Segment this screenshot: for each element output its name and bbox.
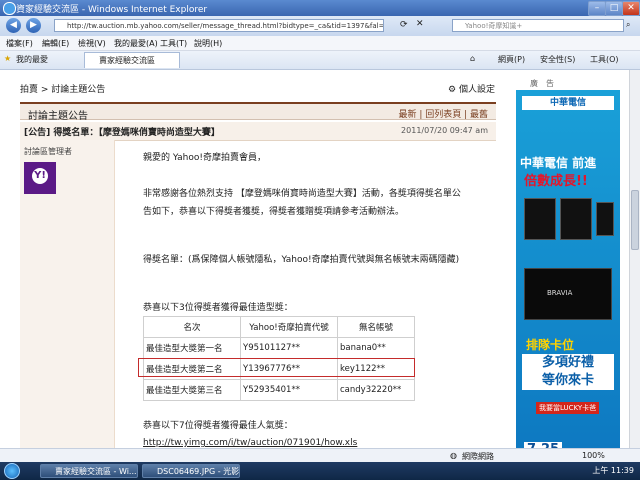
ad-plan-title: 排隊卡位 <box>526 338 575 352</box>
tablet-image <box>560 198 592 240</box>
ad-plan-line: 等你來卡 <box>522 372 614 390</box>
forum-title-bar: 討論主題公告 最新 | 回列表頁 | 最舊 <box>20 102 496 122</box>
menu-bar: 檔案(F) 編輯(E) 檢視(V) 我的最愛(A) 工具(T) 說明(H) <box>0 36 640 51</box>
personal-settings-link[interactable]: ⚙ 個人設定 <box>448 82 495 95</box>
author-name: 討論區管理者 <box>24 147 72 156</box>
table-cell: 最佳造型大獎第二名 <box>143 358 241 380</box>
ad-plan-line: 多項好禮 <box>522 354 614 372</box>
stop-icon[interactable]: ✕ <box>416 19 424 29</box>
menu-help[interactable]: 說明(H) <box>194 38 222 49</box>
popularity-intro: 恭喜以下7位得獎者獲得最佳人氣獎： <box>143 421 293 431</box>
search-icon[interactable]: ⌕ <box>626 20 630 30</box>
clock: 上午 11:39 <box>592 466 634 475</box>
minimize-button[interactable]: – <box>588 1 606 16</box>
address-bar: ◀ ▶ http://tw.auction.mb.yahoo.com/selle… <box>0 16 640 36</box>
thread-nav-links[interactable]: 最新 | 回列表頁 | 最舊 <box>398 107 488 120</box>
avatar: Y! <box>24 162 56 194</box>
gear-icon: ⚙ <box>448 85 459 95</box>
taskbar-item-photo[interactable]: DSC06469.JPG - 光影... <box>142 464 240 478</box>
zone-text: 網際網路 <box>462 452 494 461</box>
forum-title: 討論主題公告 <box>28 111 88 122</box>
ad-brand: 中華電信 <box>522 96 614 110</box>
zoom-level[interactable]: 100% <box>582 451 605 460</box>
menu-favorites[interactable]: 我的最愛(A) <box>114 38 158 49</box>
refresh-icon[interactable]: ⟳ <box>400 20 408 30</box>
ad-promo-line: 中華電信 前進 <box>520 156 597 170</box>
start-button[interactable] <box>4 463 20 479</box>
tools-menu[interactable]: 工具(O) <box>590 54 619 65</box>
taskbar-item-ie[interactable]: 賣家經驗交流區 - Wi... <box>40 464 138 478</box>
safety-menu[interactable]: 安全性(S) <box>540 54 575 65</box>
author-column: 討論區管理者 Y! <box>20 140 115 464</box>
table-cell: Y13967776** <box>240 358 338 380</box>
paragraph-line: 非常感謝各位熱烈支持 【摩登媽咪俏寶時尚造型大賽】活動，各獎項得獎名單公 <box>143 189 461 199</box>
table-cell: banana0** <box>337 337 415 359</box>
home-icon[interactable]: ⌂ <box>470 54 475 63</box>
tab-active[interactable]: 賣家經驗交流區 <box>84 52 180 68</box>
breadcrumb[interactable]: 拍賣 > 討論主題公告 <box>20 82 105 95</box>
post-header: [公告] 得獎名單：【摩登媽咪俏寶時尚造型大賽】 2011/07/20 09:4… <box>20 122 496 141</box>
winners-intro: 得獎名單：(爲保障個人帳號隱私，Yahoo!奇摩拍賣代號與無名帳號末兩碼隱藏) <box>143 255 460 265</box>
vertical-scrollbar[interactable] <box>629 70 640 464</box>
page-menu[interactable]: 網頁(P) <box>498 54 525 65</box>
ad-lucky-badge: 我要當LUCKY卡爸 <box>536 402 600 414</box>
favorites-button[interactable]: 我的最愛 <box>16 54 48 65</box>
menu-tools[interactable]: 工具(T) <box>160 38 187 49</box>
table-header: Yahoo!奇摩拍賣代號 <box>240 316 338 338</box>
yahoo-face-icon: Y! <box>32 168 48 184</box>
winners-table: 名次 Yahoo!奇摩拍賣代號 無名帳號 最佳造型大獎第一名 Y95101127… <box>143 316 415 401</box>
table-header: 名次 <box>143 316 241 338</box>
paragraph-line: 告如下，恭喜以下得獎者獲獎，得獎者獲贈獎項請參考活動辦法。 <box>143 207 405 217</box>
table-header: 無名帳號 <box>337 316 415 338</box>
table-cell: 最佳造型大獎第三名 <box>143 379 241 401</box>
table-cell: candy32220** <box>337 379 415 401</box>
menu-view[interactable]: 檢視(V) <box>78 38 106 49</box>
greeting-text: 親愛的 Yahoo!奇摩拍賣會員， <box>143 153 266 163</box>
taskbar: 賣家經驗交流區 - Wi... DSC06469.JPG - 光影... 上午 … <box>0 462 640 480</box>
menu-edit[interactable]: 編輯(E) <box>42 38 69 49</box>
search-input[interactable]: Yahoo!奇摩知識+ <box>452 19 624 32</box>
url-field[interactable]: http://tw.auction.mb.yahoo.com/seller/me… <box>54 19 384 32</box>
scrollbar-thumb[interactable] <box>631 190 639 250</box>
page-content: 拍賣 > 討論主題公告 ⚙ 個人設定 討論主題公告 最新 | 回列表頁 | 最舊… <box>0 70 629 464</box>
table-cell: Y95101127** <box>240 337 338 359</box>
table-row: 最佳造型大獎第二名 Y13967776** key1122** <box>143 358 415 380</box>
table-row: 最佳造型大獎第三名 Y52935401** candy32220** <box>143 379 415 401</box>
window-title: 資家經驗交流區 - Windows Internet Explorer <box>16 5 208 15</box>
post-title: [公告] 得獎名單：【摩登媽咪俏寶時尚造型大賽】 <box>24 128 220 138</box>
best-style-intro: 恭喜以下3位得獎者獲得最佳造型獎： <box>143 303 293 313</box>
favorites-bar: ★ 我的最愛 賣家經驗交流區 ⌂ 網頁(P) 安全性(S) 工具(O) <box>0 51 640 70</box>
ie-logo-icon <box>3 2 16 15</box>
window-title-bar: 資家經驗交流區 - Windows Internet Explorer – □ … <box>0 0 640 16</box>
phone-image <box>596 202 614 236</box>
post-date: 2011/07/20 09:47 am <box>401 126 488 135</box>
tab-label: 賣家經驗交流區 <box>99 56 155 65</box>
ad-banner[interactable]: 中華電信 中華電信 前進 倍數成長!! BRAVIA 排隊卡位 多項好禮 等你來… <box>516 90 620 464</box>
table-header-row: 名次 Yahoo!奇摩拍賣代號 無名帳號 <box>143 316 415 338</box>
status-bar: ◍ 網際網路 100% <box>0 448 640 463</box>
star-icon: ★ <box>4 54 12 63</box>
table-row: 最佳造型大獎第一名 Y95101127** banana0** <box>143 337 415 359</box>
download-link[interactable]: http://tw.yimg.com/i/tw/auction/071901/h… <box>143 438 357 448</box>
back-button[interactable]: ◀ <box>6 18 21 33</box>
tablet-image <box>524 198 556 240</box>
forward-button[interactable]: ▶ <box>26 18 41 33</box>
tv-image: BRAVIA <box>524 268 612 320</box>
menu-file[interactable]: 檔案(F) <box>6 38 33 49</box>
close-button[interactable]: ✕ <box>622 1 640 16</box>
ad-promo-line: 倍數成長!! <box>524 174 588 189</box>
table-cell: 最佳造型大獎第一名 <box>143 337 241 359</box>
table-cell: key1122** <box>337 358 415 380</box>
maximize-button[interactable]: □ <box>605 1 623 16</box>
ad-label: 廣 告 <box>530 79 554 88</box>
globe-icon: ◍ <box>450 451 457 460</box>
table-cell: Y52935401** <box>240 379 338 401</box>
